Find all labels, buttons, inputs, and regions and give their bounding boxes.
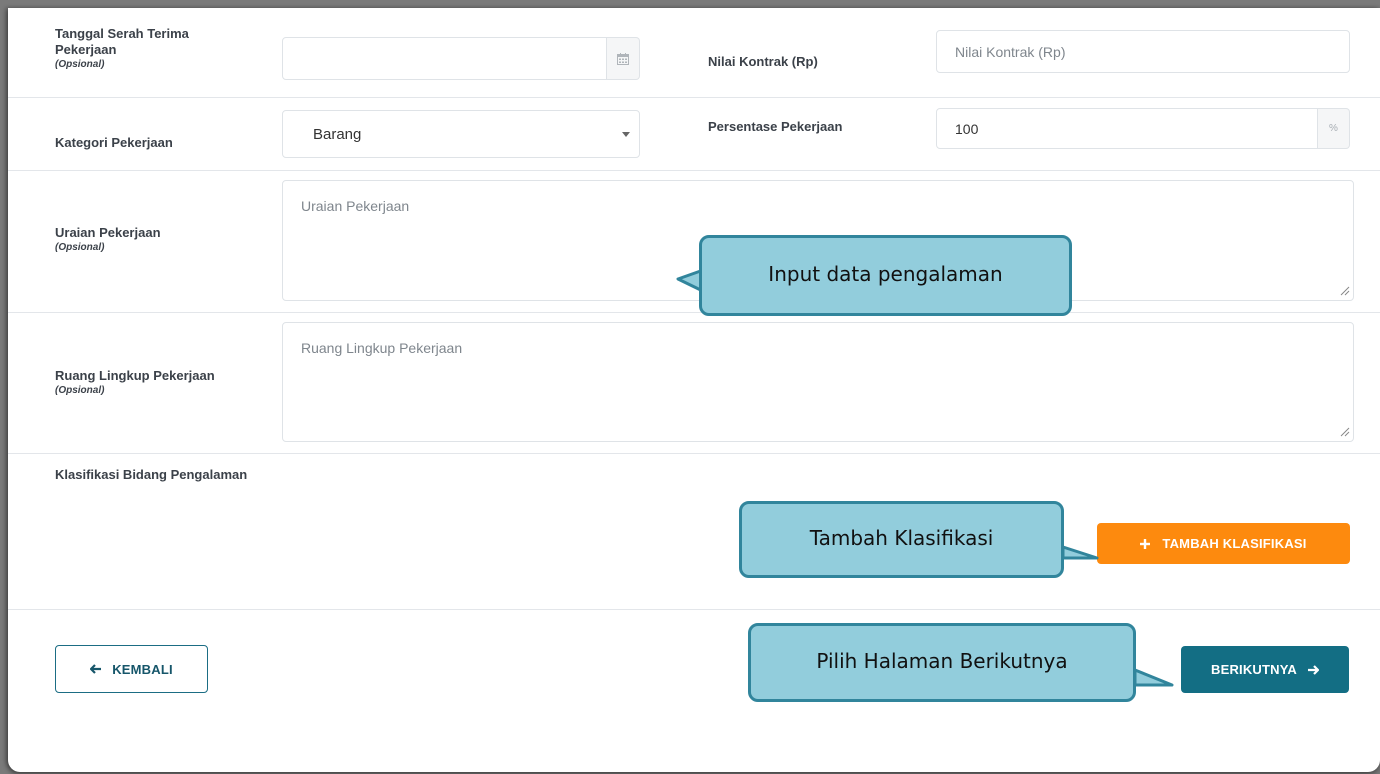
callout-tail [676,266,1174,687]
callout-add-classification: Tambah Klasifikasi [739,501,1064,578]
callout-input-data: Input data pengalaman [699,235,1072,316]
callout-next-page: Pilih Halaman Berikutnya [748,623,1136,702]
